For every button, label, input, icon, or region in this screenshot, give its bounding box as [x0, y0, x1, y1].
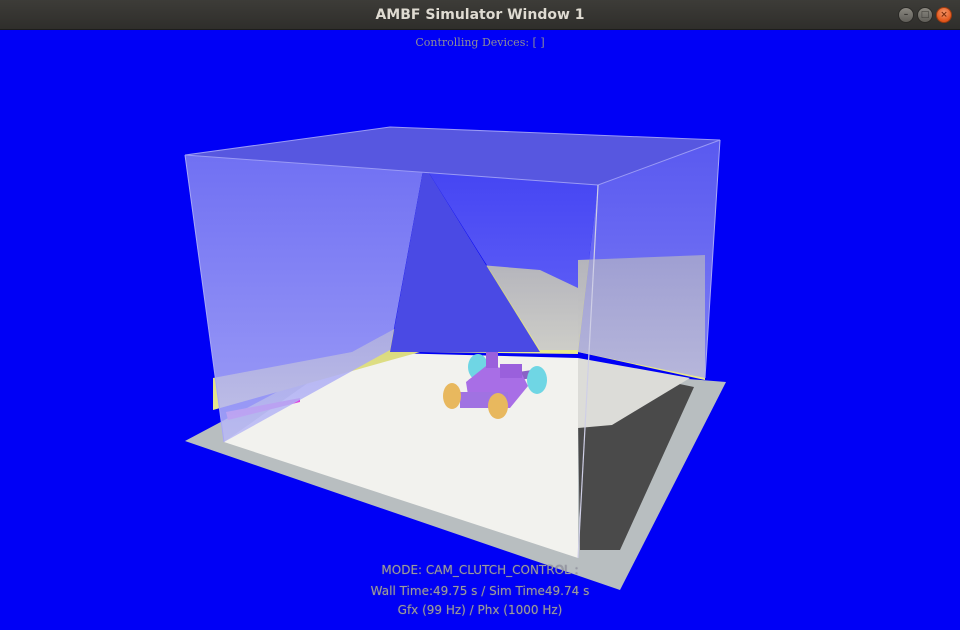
3d-viewport[interactable]: [0, 30, 960, 630]
car-cabin: [486, 352, 498, 368]
close-button[interactable]: ×: [936, 7, 952, 23]
frequency-label: Gfx (99 Hz) / Phx (1000 Hz): [397, 603, 563, 617]
wheel-rear-right: [488, 393, 508, 419]
mode-label: MODE: CAM_CLUTCH_CONTROL :: [381, 563, 579, 577]
controlling-devices-label: Controlling Devices: [ ]: [415, 36, 545, 49]
time-label: Wall Time:49.75 s / Sim Time49.74 s: [370, 584, 590, 598]
minimize-button[interactable]: –: [898, 7, 914, 23]
window-title: AMBF Simulator Window 1: [375, 7, 585, 23]
wheel-front-right: [527, 366, 547, 394]
simulator-window: AMBF Simulator Window 1 – □ × Controllin…: [0, 0, 960, 630]
scene-render: [184, 126, 726, 590]
title-bar[interactable]: AMBF Simulator Window 1 – □ ×: [0, 0, 960, 30]
car-spoiler: [500, 364, 522, 378]
maximize-button[interactable]: □: [917, 7, 933, 23]
wheel-rear-left: [443, 383, 461, 409]
